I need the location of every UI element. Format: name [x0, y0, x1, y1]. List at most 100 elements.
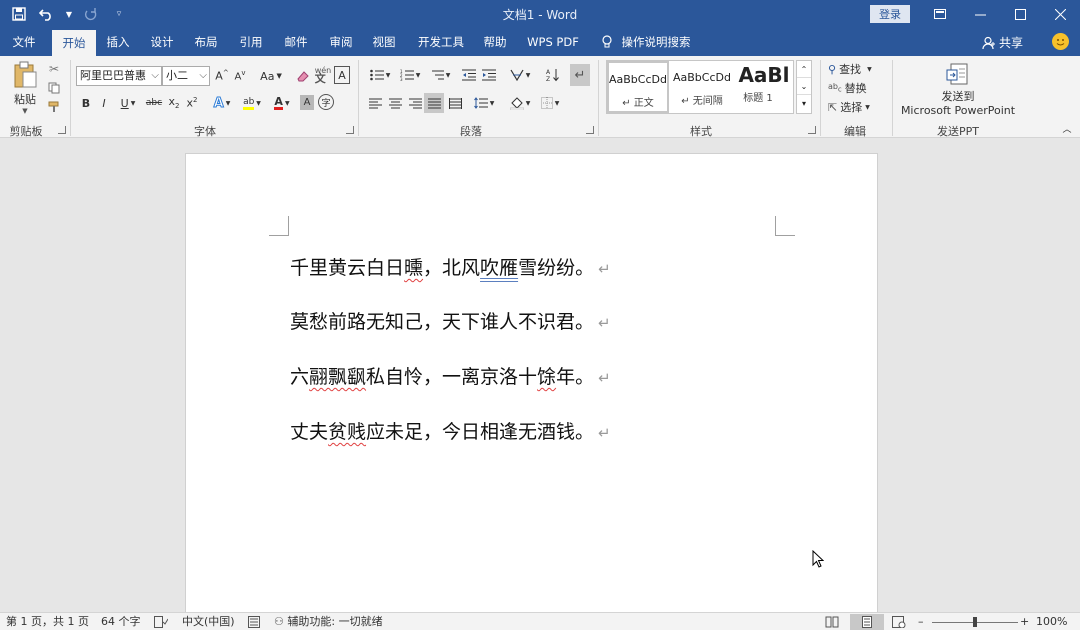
page-count[interactable]: 第 1 页，共 1 页 — [6, 614, 89, 630]
character-border-button[interactable]: A — [334, 66, 350, 84]
tab-design[interactable]: 设计 — [142, 28, 182, 56]
style-normal[interactable]: AaBbCcDd ↵ 正文 — [607, 61, 669, 113]
styles-gallery-scroll[interactable]: ⌃ ⌄ ▾ — [796, 60, 812, 114]
font-launcher[interactable] — [346, 126, 354, 134]
paragraph-launcher[interactable] — [586, 126, 594, 134]
login-button[interactable]: 登录 — [870, 5, 910, 23]
clear-formatting-button[interactable] — [294, 66, 312, 86]
copy-button[interactable] — [44, 79, 64, 97]
tab-insert[interactable]: 插入 — [98, 28, 138, 56]
macro-recording-icon[interactable] — [248, 614, 260, 630]
find-button[interactable]: ⚲ 查找 ▼ — [828, 60, 888, 78]
styles-group-label: 样式 — [690, 125, 712, 138]
font-name-combo[interactable]: 阿里巴巴普惠 ⌵ — [76, 66, 162, 86]
chevron-down-icon: ▼ — [225, 99, 231, 107]
style-heading-1[interactable]: AaBl 标题 1 — [735, 61, 793, 113]
zoom-level[interactable]: 100% — [1036, 614, 1067, 630]
sort-button[interactable]: AZ — [544, 66, 562, 84]
select-button[interactable]: ⇱ 选择 ▼ — [828, 98, 888, 116]
tab-layout[interactable]: 布局 — [186, 28, 226, 56]
paste-button[interactable]: 粘贴 ▼ — [8, 60, 42, 116]
shrink-font-button[interactable]: Av — [232, 66, 248, 86]
tab-help[interactable]: 帮助 — [476, 28, 514, 56]
web-layout-button[interactable] — [892, 614, 906, 630]
paragraph-3[interactable]: 六翮飘飖私自怜，一离京洛十馀年。 ↵ — [290, 362, 611, 389]
gallery-more-icon[interactable]: ▾ — [797, 95, 811, 113]
print-layout-button[interactable] — [850, 614, 884, 630]
tab-view[interactable]: 视图 — [364, 28, 404, 56]
grow-font-button[interactable]: A^ — [214, 66, 230, 86]
collapse-ribbon-button[interactable]: ︿ — [1060, 122, 1074, 135]
tab-review[interactable]: 审阅 — [320, 28, 362, 56]
enclose-characters-button[interactable]: 字 — [318, 94, 334, 110]
chinese-layout-button[interactable]: ▼ — [506, 66, 534, 84]
character-shading-button[interactable]: A — [300, 95, 314, 110]
zoom-out-button[interactable]: – — [918, 614, 924, 630]
text-effects-button[interactable]: A ▼ — [208, 94, 236, 112]
paragraph-1[interactable]: 千里黄云白日曛，北风吹雁雪纷纷。 ↵ — [290, 253, 611, 280]
paragraph-mark-icon: ↵ — [598, 369, 611, 387]
font-size-combo[interactable]: 小二 ⌵ — [162, 66, 210, 86]
proofing-icon[interactable] — [154, 614, 169, 630]
bold-button[interactable]: B — [78, 94, 94, 112]
style-no-spacing[interactable]: AaBbCcDd ↵ 无间隔 — [671, 61, 733, 113]
feedback-smiley-icon[interactable] — [1052, 33, 1069, 50]
accessibility-status[interactable]: ⚇ 辅助功能: 一切就绪 — [274, 614, 383, 630]
line-spacing-button[interactable]: ▼ — [470, 94, 498, 112]
tab-file[interactable]: 文件 — [4, 28, 44, 56]
tab-mailings[interactable]: 邮件 — [276, 28, 316, 56]
underline-button[interactable]: U ▼ — [116, 94, 140, 112]
format-painter-button[interactable] — [44, 98, 64, 116]
phonetic-guide-button[interactable]: wén 文 — [314, 64, 332, 86]
chevron-up-icon[interactable]: ⌃ — [797, 61, 811, 78]
justify-button[interactable] — [424, 93, 444, 113]
show-hide-marks-button[interactable]: ↵ — [570, 64, 590, 86]
distributed-button[interactable] — [446, 94, 464, 112]
subscript-button[interactable]: x2 — [166, 94, 182, 112]
sendppt-group-label: 发送PPT — [937, 125, 979, 138]
paragraph-4[interactable]: 丈夫贫贱应未足，今日相逢无酒钱。 ↵ — [290, 417, 611, 444]
change-case-button[interactable]: Aa ▼ — [256, 66, 286, 86]
numbering-button[interactable]: 123 ▼ — [396, 66, 424, 84]
shading-button[interactable]: ▼ — [506, 94, 534, 112]
tab-wps-pdf[interactable]: WPS PDF — [520, 28, 586, 56]
minimize-button[interactable] — [960, 0, 1000, 28]
close-button[interactable] — [1040, 0, 1080, 28]
align-center-button[interactable] — [386, 94, 404, 112]
align-left-button[interactable] — [366, 94, 384, 112]
tab-home[interactable]: 开始 — [52, 30, 96, 56]
document-page[interactable]: 千里黄云白日曛，北风吹雁雪纷纷。 ↵ 莫愁前路无知己，天下谁人不识君。 ↵ 六翮飘飖… — [186, 154, 877, 612]
word-count[interactable]: 64 个字 — [101, 614, 141, 630]
maximize-button[interactable] — [1000, 0, 1040, 28]
send-to-powerpoint-button[interactable]: 发送到 Microsoft PowerPoint — [898, 60, 1018, 118]
zoom-slider-thumb[interactable] — [973, 617, 977, 627]
multilevel-list-button[interactable]: ▼ — [426, 66, 454, 84]
paragraph-2[interactable]: 莫愁前路无知己，天下谁人不识君。 ↵ — [290, 307, 611, 334]
tab-references[interactable]: 引用 — [230, 28, 272, 56]
tab-developer[interactable]: 开发工具 — [410, 28, 472, 56]
borders-button[interactable]: ▼ — [536, 94, 564, 112]
superscript-button[interactable]: x2 — [184, 94, 200, 112]
ribbon-display-options-button[interactable] — [920, 0, 960, 28]
increase-indent-button[interactable] — [480, 66, 498, 84]
chevron-down-icon[interactable]: ⌄ — [797, 78, 811, 95]
language-indicator[interactable]: 中文(中国) — [182, 614, 235, 630]
highlight-button[interactable]: ab ▼ — [238, 94, 266, 112]
italic-button[interactable]: I — [96, 94, 112, 112]
font-color-button[interactable]: A ▼ — [268, 94, 296, 112]
clipboard-launcher[interactable] — [58, 126, 66, 134]
styles-launcher[interactable] — [808, 126, 816, 134]
bullets-button[interactable]: ▼ — [366, 66, 394, 84]
read-mode-button[interactable] — [825, 614, 839, 630]
replace-button[interactable]: abc 替换 — [828, 79, 888, 97]
zoom-in-button[interactable]: + — [1020, 614, 1029, 630]
cut-button[interactable]: ✂ — [44, 60, 64, 78]
tell-me-search[interactable]: 操作说明搜索 — [618, 28, 694, 56]
chevron-down-icon: ▼ — [415, 71, 421, 79]
strikethrough-button[interactable]: abc — [144, 94, 164, 112]
align-right-button[interactable] — [406, 94, 424, 112]
ribbon-tabs: 文件 开始 插入 设计 布局 引用 邮件 审阅 视图 开发工具 帮助 WPS P… — [0, 28, 1080, 56]
decrease-indent-button[interactable] — [460, 66, 478, 84]
share-button[interactable]: 共享 — [982, 34, 1023, 51]
zoom-slider[interactable] — [932, 614, 1018, 630]
